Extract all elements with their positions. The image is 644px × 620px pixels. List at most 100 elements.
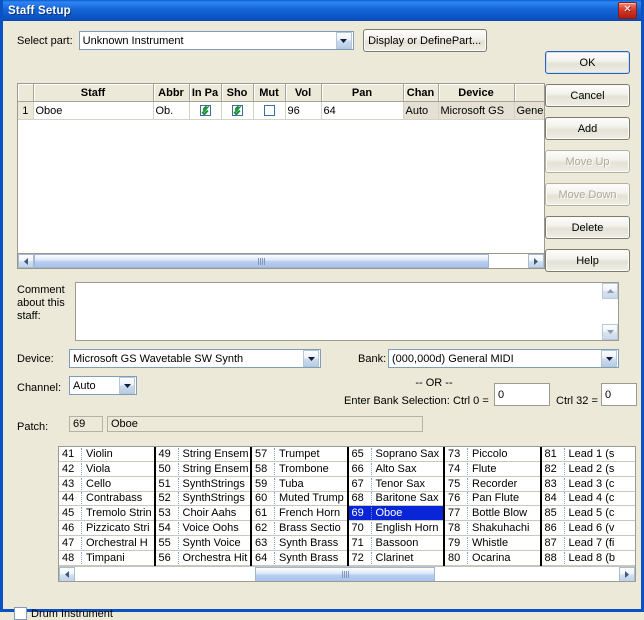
select-part-combo[interactable]: Unknown Instrument xyxy=(79,31,354,50)
cell-bank[interactable]: General MIDI xyxy=(514,102,545,120)
cell-abbr[interactable]: Ob. xyxy=(153,102,189,120)
patch-item[interactable]: 67Tenor Sax xyxy=(349,477,444,492)
scroll-left-icon[interactable] xyxy=(18,254,34,268)
patch-item[interactable]: 74Flute xyxy=(445,462,540,477)
patch-item[interactable]: 55Synth Voice xyxy=(156,536,251,551)
cell-vol[interactable]: 96 xyxy=(285,102,321,120)
ctrl0-input[interactable]: 0 xyxy=(494,383,550,406)
patch-item[interactable]: 69Oboe xyxy=(349,506,444,521)
patch-item[interactable]: 48Timpani xyxy=(59,551,154,566)
col-chan[interactable]: Chan xyxy=(403,84,438,102)
device-combo[interactable]: Microsoft GS Wavetable SW Synth xyxy=(69,349,321,368)
scroll-left-icon[interactable] xyxy=(59,567,75,582)
hscroll-thumb[interactable] xyxy=(34,254,489,268)
patch-item[interactable]: 51SynthStrings xyxy=(156,477,251,492)
col-in-part[interactable]: In Pa xyxy=(189,84,221,102)
patch-item[interactable]: 50String Ensem xyxy=(156,462,251,477)
patch-item[interactable]: 79Whistle xyxy=(445,536,540,551)
cell-device[interactable]: Microsoft GS xyxy=(438,102,514,120)
patch-item[interactable]: 83Lead 3 (c xyxy=(542,477,636,492)
patch-item[interactable]: 57Trumpet xyxy=(252,447,347,462)
cell-pan[interactable]: 64 xyxy=(321,102,403,120)
cell-mute[interactable] xyxy=(253,102,285,120)
patch-item[interactable]: 81Lead 1 (s xyxy=(542,447,636,462)
patch-item[interactable]: 46Pizzicato Stri xyxy=(59,521,154,536)
chevron-down-icon[interactable] xyxy=(119,377,135,394)
comment-field[interactable] xyxy=(75,282,619,341)
scroll-right-icon[interactable] xyxy=(528,254,544,268)
drum-instrument-row[interactable]: Drum Instrument xyxy=(14,607,113,620)
ok-button[interactable]: OK xyxy=(545,51,630,74)
table-row[interactable]: 1 Oboe Ob. ✔ ✔ 96 64 Auto Microsoft GS G… xyxy=(18,102,545,120)
mute-checkbox[interactable] xyxy=(264,105,275,116)
ctrl32-input[interactable]: 0 xyxy=(601,383,637,406)
patch-item[interactable]: 66Alto Sax xyxy=(349,462,444,477)
display-or-define-part-button[interactable]: Display or DefinePart... xyxy=(363,29,487,52)
patch-item[interactable]: 44Contrabass xyxy=(59,492,154,507)
patch-item[interactable]: 49String Ensem xyxy=(156,447,251,462)
patch-item[interactable]: 88Lead 8 (b xyxy=(542,551,636,566)
patch-item[interactable]: 59Tuba xyxy=(252,477,347,492)
channel-combo[interactable]: Auto xyxy=(69,376,137,395)
col-pan[interactable]: Pan xyxy=(321,84,403,102)
patch-item[interactable]: 78Shakuhachi xyxy=(445,521,540,536)
patch-item[interactable]: 86Lead 6 (v xyxy=(542,521,636,536)
hscroll-track[interactable] xyxy=(34,254,528,268)
patch-list[interactable]: 41Violin42Viola43Cello44Contrabass45Trem… xyxy=(58,446,636,582)
scroll-right-icon[interactable] xyxy=(619,567,635,582)
staff-table[interactable]: Staff Abbr In Pa Sho Mut Vol Pan Chan De… xyxy=(17,83,545,268)
comment-text[interactable] xyxy=(76,283,602,340)
patch-item[interactable]: 61French Horn xyxy=(252,506,347,521)
comment-vscroll-track[interactable] xyxy=(602,299,618,324)
col-rownum[interactable] xyxy=(18,84,33,102)
add-button[interactable]: Add xyxy=(545,117,630,140)
in-part-checkbox[interactable]: ✔ xyxy=(200,105,211,116)
patch-hscroll-track[interactable] xyxy=(75,567,619,582)
col-staff[interactable]: Staff xyxy=(33,84,153,102)
patch-item[interactable]: 82Lead 2 (s xyxy=(542,462,636,477)
patch-item[interactable]: 77Bottle Blow xyxy=(445,506,540,521)
delete-button[interactable]: Delete xyxy=(545,216,630,239)
patch-item[interactable]: 53Choir Aahs xyxy=(156,506,251,521)
patch-item[interactable]: 54Voice Oohs xyxy=(156,521,251,536)
scroll-up-icon[interactable] xyxy=(602,283,618,299)
patch-item[interactable]: 56Orchestra Hit xyxy=(156,551,251,566)
patch-item[interactable]: 73Piccolo xyxy=(445,447,540,462)
close-icon[interactable]: ✕ xyxy=(618,2,637,19)
patch-item[interactable]: 71Bassoon xyxy=(349,536,444,551)
staff-table-hscrollbar[interactable] xyxy=(17,253,545,269)
patch-item[interactable]: 41Violin xyxy=(59,447,154,462)
patch-item[interactable]: 45Tremolo Strin xyxy=(59,506,154,521)
patch-item[interactable]: 70English Horn xyxy=(349,521,444,536)
patch-item[interactable]: 63Synth Brass xyxy=(252,536,347,551)
bank-combo[interactable]: (000,000d) General MIDI xyxy=(388,349,619,368)
patch-item[interactable]: 43Cello xyxy=(59,477,154,492)
col-abbr[interactable]: Abbr xyxy=(153,84,189,102)
patch-item[interactable]: 87Lead 7 (fi xyxy=(542,536,636,551)
patch-item[interactable]: 68Baritone Sax xyxy=(349,492,444,507)
patch-item[interactable]: 84Lead 4 (c xyxy=(542,492,636,507)
col-vol[interactable]: Vol xyxy=(285,84,321,102)
patch-hscroll-thumb[interactable] xyxy=(255,567,435,582)
col-show[interactable]: Sho xyxy=(221,84,253,102)
patch-item[interactable]: 64Synth Brass xyxy=(252,551,347,566)
patch-item[interactable]: 62Brass Sectio xyxy=(252,521,347,536)
cancel-button[interactable]: Cancel xyxy=(545,84,630,107)
patch-item[interactable]: 75Recorder xyxy=(445,477,540,492)
comment-vscrollbar[interactable] xyxy=(602,283,618,340)
patch-list-grid[interactable]: 41Violin42Viola43Cello44Contrabass45Trem… xyxy=(59,447,635,566)
cell-staff[interactable]: Oboe xyxy=(33,102,153,120)
patch-item[interactable]: 72Clarinet xyxy=(349,551,444,566)
patch-item[interactable]: 47Orchestral H xyxy=(59,536,154,551)
patch-item[interactable]: 76Pan Flute xyxy=(445,492,540,507)
patch-list-hscrollbar[interactable] xyxy=(59,566,635,582)
help-button[interactable]: Help xyxy=(545,249,630,272)
patch-item[interactable]: 60Muted Trump xyxy=(252,492,347,507)
col-bank[interactable]: Bank xyxy=(514,84,545,102)
cell-in-part[interactable]: ✔ xyxy=(189,102,221,120)
patch-item[interactable]: 58Trombone xyxy=(252,462,347,477)
patch-item[interactable]: 65Soprano Sax xyxy=(349,447,444,462)
drum-instrument-checkbox[interactable] xyxy=(14,607,27,620)
patch-item[interactable]: 52SynthStrings xyxy=(156,492,251,507)
cell-chan[interactable]: Auto xyxy=(403,102,438,120)
